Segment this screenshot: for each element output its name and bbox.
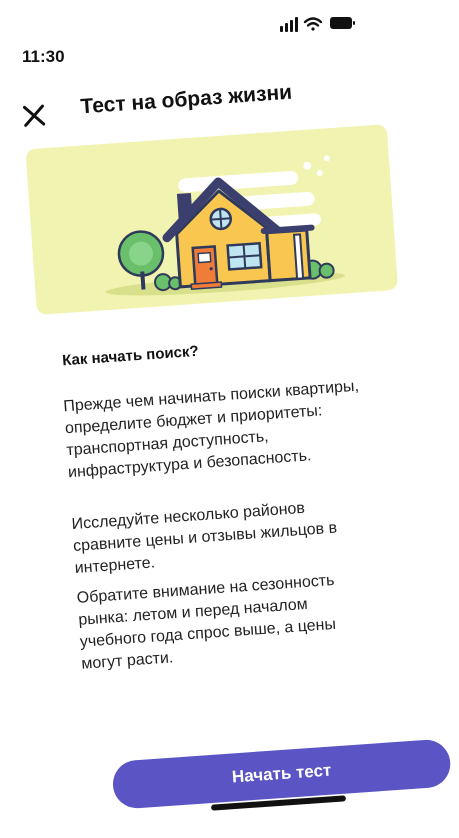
status-time: 11:30 — [22, 47, 65, 66]
section-heading: Как начать поиск? — [61, 342, 200, 370]
hero-banner — [25, 124, 399, 315]
paragraph-budget: Прежде чем начинать поиски квартиры, опр… — [62, 377, 360, 482]
content-card: Тест на образ жизни Как начать поиск? Пр… — [14, 41, 459, 810]
wifi-icon — [303, 17, 323, 31]
paragraph-districts: Исследуйте несколько районов сравните це… — [71, 499, 338, 577]
close-icon — [22, 104, 46, 127]
signal-icon — [280, 17, 298, 32]
page-title: Тест на образ жизни — [79, 80, 293, 119]
phone-screen: 11:30 Тест на образ жизни Как начать пои… — [0, 0, 459, 838]
battery-icon — [330, 17, 355, 29]
status-icons — [280, 17, 355, 32]
house-illustration — [105, 155, 345, 296]
close-button[interactable] — [18, 100, 50, 132]
paragraph-seasonality: Обратите внимание на сезонность рынка: л… — [76, 571, 337, 673]
